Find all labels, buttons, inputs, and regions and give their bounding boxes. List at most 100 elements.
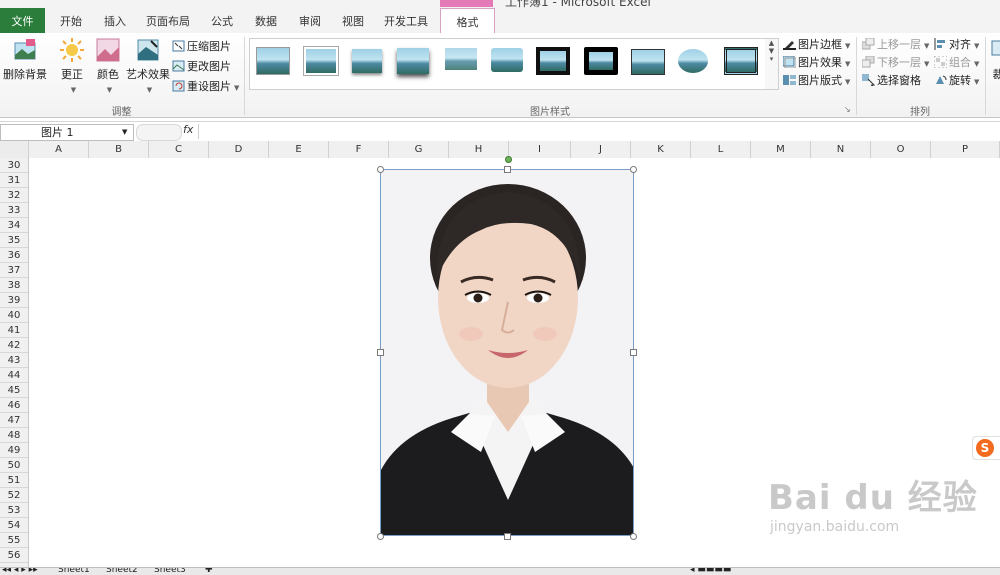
name-box[interactable]: 图片 1 ▼ bbox=[0, 124, 134, 141]
change-picture-button[interactable]: 更改图片 bbox=[172, 58, 231, 76]
picture-style-option[interactable] bbox=[490, 47, 524, 75]
picture-style-option[interactable] bbox=[536, 47, 570, 75]
ime-toolbar[interactable]: S bbox=[972, 436, 1000, 460]
row-header[interactable]: 51 bbox=[0, 473, 28, 488]
row-header[interactable]: 54 bbox=[0, 518, 28, 533]
picture-style-option[interactable] bbox=[724, 47, 758, 75]
column-header[interactable]: F bbox=[329, 141, 389, 158]
column-header[interactable]: I bbox=[509, 141, 571, 158]
artistic-effects-button[interactable]: 艺术效果▼ bbox=[126, 37, 170, 95]
resize-handle-left[interactable] bbox=[377, 349, 384, 356]
row-header[interactable]: 50 bbox=[0, 458, 28, 473]
tab-data[interactable]: 数据 bbox=[246, 8, 286, 33]
group-button[interactable]: 组合▼ bbox=[934, 54, 979, 72]
row-header[interactable]: 43 bbox=[0, 353, 28, 368]
resize-handle-right[interactable] bbox=[630, 349, 637, 356]
corrections-button[interactable]: 更正▼ bbox=[56, 37, 88, 95]
tab-view[interactable]: 视图 bbox=[333, 8, 373, 33]
row-header[interactable]: 37 bbox=[0, 263, 28, 278]
resize-handle-top-left[interactable] bbox=[377, 166, 384, 173]
name-box-dropdown-icon[interactable]: ▼ bbox=[122, 125, 127, 140]
column-header[interactable]: O bbox=[871, 141, 931, 158]
align-button[interactable]: 对齐▼ bbox=[934, 36, 979, 54]
column-header[interactable]: P bbox=[931, 141, 1000, 158]
picture-style-option[interactable] bbox=[350, 47, 384, 75]
resize-handle-bottom[interactable] bbox=[504, 533, 511, 540]
tab-page-layout[interactable]: 页面布局 bbox=[140, 8, 196, 33]
row-header[interactable]: 35 bbox=[0, 233, 28, 248]
row-header[interactable]: 30 bbox=[0, 158, 28, 173]
gallery-more-icon[interactable]: ▾ bbox=[765, 55, 778, 63]
resize-handle-top[interactable] bbox=[504, 166, 511, 173]
column-header[interactable]: M bbox=[751, 141, 811, 158]
row-header[interactable]: 44 bbox=[0, 368, 28, 383]
tab-formulas[interactable]: 公式 bbox=[202, 8, 242, 33]
bring-forward-button[interactable]: 上移一层▼ bbox=[862, 36, 929, 54]
row-header[interactable]: 45 bbox=[0, 383, 28, 398]
row-header[interactable]: 33 bbox=[0, 203, 28, 218]
tab-format[interactable]: 格式 bbox=[440, 8, 495, 34]
row-header[interactable]: 46 bbox=[0, 398, 28, 413]
select-all-corner[interactable] bbox=[0, 141, 29, 158]
gallery-scroll-down-icon[interactable]: ▼ bbox=[765, 47, 778, 55]
picture-style-option[interactable] bbox=[304, 47, 338, 75]
send-backward-button[interactable]: 下移一层▼ bbox=[862, 54, 929, 72]
dialog-launcher-icon[interactable]: ↘ bbox=[844, 105, 851, 114]
formula-bar-splitter[interactable] bbox=[136, 124, 182, 141]
row-header[interactable]: 32 bbox=[0, 188, 28, 203]
crop-button[interactable]: 裁 bbox=[988, 37, 1000, 82]
row-header[interactable]: 41 bbox=[0, 323, 28, 338]
row-header[interactable]: 56 bbox=[0, 548, 28, 563]
picture-style-option[interactable] bbox=[396, 47, 430, 75]
picture-effects-button[interactable]: 图片效果▼ bbox=[783, 54, 850, 72]
remove-background-button[interactable]: 删除背景 bbox=[3, 37, 47, 82]
tab-review[interactable]: 审阅 bbox=[290, 8, 330, 33]
row-header[interactable]: 36 bbox=[0, 248, 28, 263]
column-header[interactable]: C bbox=[149, 141, 209, 158]
formula-input[interactable] bbox=[198, 124, 999, 139]
reset-picture-button[interactable]: 重设图片▼ bbox=[172, 78, 239, 96]
picture-style-option[interactable] bbox=[584, 47, 618, 75]
row-header[interactable]: 49 bbox=[0, 443, 28, 458]
picture-style-option[interactable] bbox=[256, 47, 290, 75]
row-header[interactable]: 34 bbox=[0, 218, 28, 233]
tab-home[interactable]: 开始 bbox=[50, 8, 92, 33]
picture-style-option[interactable] bbox=[676, 47, 710, 75]
color-button[interactable]: 颜色▼ bbox=[92, 37, 124, 95]
column-header[interactable]: B bbox=[89, 141, 149, 158]
resize-handle-bottom-right[interactable] bbox=[630, 533, 637, 540]
column-header[interactable]: D bbox=[209, 141, 269, 158]
column-header[interactable]: L bbox=[691, 141, 751, 158]
row-header[interactable]: 53 bbox=[0, 503, 28, 518]
column-header[interactable]: G bbox=[389, 141, 449, 158]
picture-layout-button[interactable]: 图片版式▼ bbox=[783, 72, 850, 90]
row-header[interactable]: 40 bbox=[0, 308, 28, 323]
tab-insert[interactable]: 插入 bbox=[94, 8, 136, 33]
picture-style-option[interactable] bbox=[630, 47, 664, 75]
tab-developer[interactable]: 开发工具 bbox=[378, 8, 434, 33]
column-header[interactable]: A bbox=[29, 141, 89, 158]
insert-function-icon[interactable]: fx bbox=[183, 123, 193, 136]
row-header[interactable]: 47 bbox=[0, 413, 28, 428]
row-header[interactable]: 48 bbox=[0, 428, 28, 443]
column-header[interactable]: H bbox=[449, 141, 509, 158]
gallery-scroll-up-icon[interactable]: ▲ bbox=[765, 39, 778, 47]
row-header[interactable]: 55 bbox=[0, 533, 28, 548]
column-header[interactable]: N bbox=[811, 141, 871, 158]
rotate-button[interactable]: 旋转▼ bbox=[934, 72, 979, 90]
row-header[interactable]: 52 bbox=[0, 488, 28, 503]
resize-handle-top-right[interactable] bbox=[630, 166, 637, 173]
compress-pictures-button[interactable]: 压缩图片 bbox=[172, 38, 231, 56]
rotate-handle[interactable] bbox=[505, 156, 512, 163]
column-header[interactable]: E bbox=[269, 141, 329, 158]
row-header[interactable]: 38 bbox=[0, 278, 28, 293]
resize-handle-bottom-left[interactable] bbox=[377, 533, 384, 540]
gallery-scroll[interactable]: ▲ ▼ ▾ bbox=[765, 38, 779, 90]
row-header[interactable]: 42 bbox=[0, 338, 28, 353]
inserted-portrait-picture[interactable] bbox=[380, 169, 634, 536]
column-header[interactable]: J bbox=[571, 141, 631, 158]
picture-style-option[interactable] bbox=[444, 47, 478, 75]
column-header[interactable]: K bbox=[631, 141, 691, 158]
picture-border-button[interactable]: 图片边框▼ bbox=[783, 36, 850, 54]
selection-pane-button[interactable]: 选择窗格 bbox=[862, 72, 921, 90]
